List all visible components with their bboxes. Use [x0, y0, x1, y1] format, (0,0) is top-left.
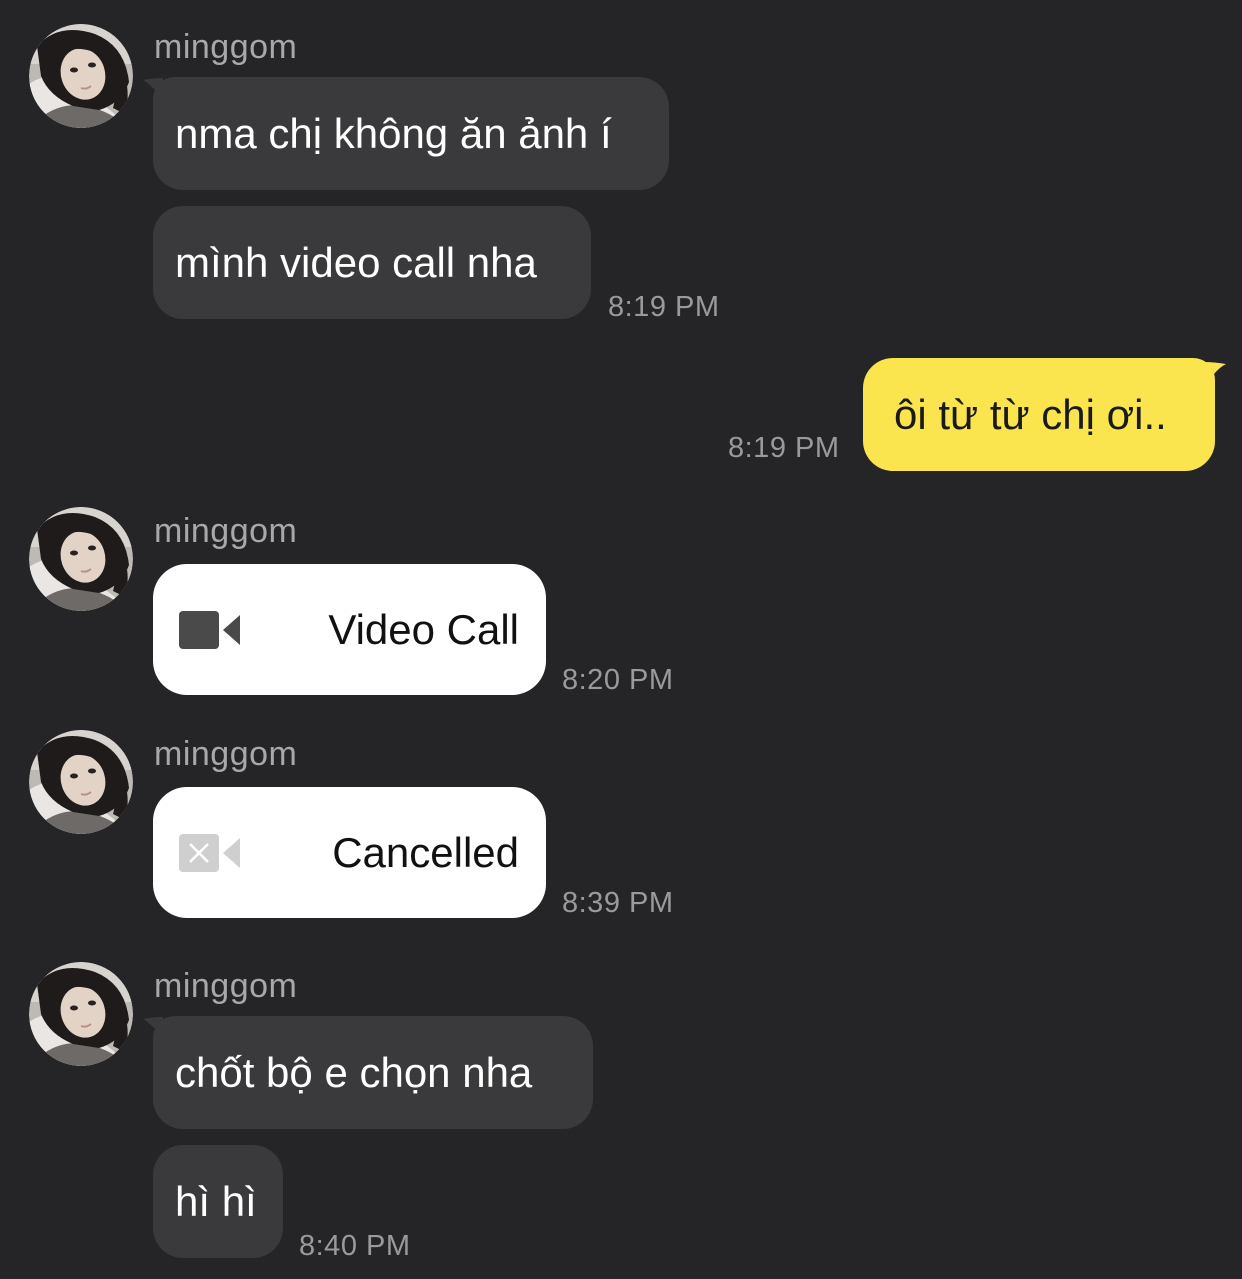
video-camera-icon — [179, 611, 240, 649]
video-call-card[interactable]: Video Call — [153, 564, 546, 695]
message-bubble[interactable]: chốt bộ e chọn nha — [153, 1016, 593, 1129]
sender-name: minggom — [154, 512, 298, 550]
message-bubble[interactable]: nma chị không ăn ảnh í — [153, 77, 669, 190]
message-timestamp: 8:20 PM — [562, 664, 674, 696]
sender-avatar[interactable] — [29, 730, 133, 834]
sender-name: minggom — [154, 967, 298, 1005]
sender-name: minggom — [154, 28, 298, 66]
sender-avatar[interactable] — [29, 507, 133, 611]
outgoing-message-bubble[interactable]: ôi từ từ chị ơi.. — [863, 358, 1215, 471]
sender-name: minggom — [154, 735, 298, 773]
message-bubble[interactable]: mình video call nha — [153, 206, 591, 319]
video-cancelled-icon — [179, 834, 240, 872]
message-timestamp: 8:40 PM — [299, 1230, 411, 1262]
message-timestamp: 8:19 PM — [728, 432, 840, 464]
sender-avatar[interactable] — [29, 24, 133, 128]
message-bubble[interactable]: hì hì — [153, 1145, 283, 1258]
cancelled-call-card[interactable]: Cancelled — [153, 787, 546, 918]
call-label: Video Call — [328, 606, 519, 653]
call-label: Cancelled — [332, 829, 519, 876]
message-timestamp: 8:39 PM — [562, 887, 674, 919]
sender-avatar[interactable] — [29, 962, 133, 1066]
message-timestamp: 8:19 PM — [608, 291, 720, 323]
